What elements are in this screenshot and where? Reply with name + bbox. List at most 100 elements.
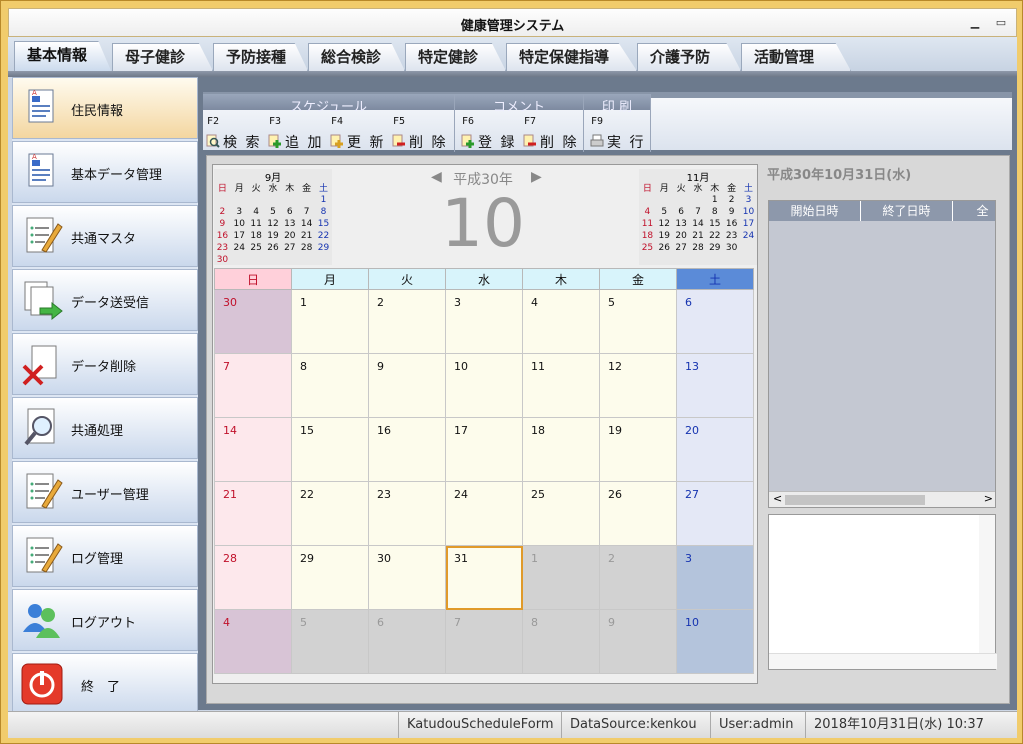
- toolbar-button-f7[interactable]: F7 削 除: [522, 116, 584, 152]
- mini-day[interactable]: 26: [265, 242, 282, 254]
- mini-day[interactable]: 29: [706, 242, 723, 254]
- mini-day[interactable]: 14: [690, 218, 707, 230]
- day-cell[interactable]: 8: [522, 609, 600, 674]
- day-cell[interactable]: 7: [214, 353, 292, 418]
- day-cell[interactable]: 25: [522, 481, 600, 546]
- toolbar-button-f9[interactable]: F9 実 行: [589, 116, 651, 152]
- mini-day[interactable]: 25: [248, 242, 265, 254]
- mini-day[interactable]: 3: [740, 194, 757, 206]
- mini-day[interactable]: 19: [656, 230, 673, 242]
- mini-day[interactable]: 29: [315, 242, 332, 254]
- day-cell[interactable]: 6: [368, 609, 446, 674]
- mini-day[interactable]: 7: [690, 206, 707, 218]
- day-cell[interactable]: 4: [522, 289, 600, 354]
- day-cell[interactable]: 9: [368, 353, 446, 418]
- day-cell[interactable]: 2: [368, 289, 446, 354]
- mini-day[interactable]: 9: [723, 206, 740, 218]
- mini-day[interactable]: [315, 254, 332, 266]
- scroll-left-icon[interactable]: <: [773, 492, 782, 505]
- scroll-thumb[interactable]: [785, 495, 925, 505]
- mini-day[interactable]: 27: [673, 242, 690, 254]
- day-cell-selected[interactable]: 31: [445, 545, 523, 610]
- day-cell[interactable]: 10: [676, 609, 754, 674]
- mini-day[interactable]: 15: [315, 218, 332, 230]
- mini-day[interactable]: 10: [740, 206, 757, 218]
- mini-day[interactable]: 22: [706, 230, 723, 242]
- memo-horizontal-scrollbar[interactable]: [769, 653, 997, 669]
- mini-day[interactable]: 30: [214, 254, 231, 266]
- day-cell[interactable]: 9: [599, 609, 677, 674]
- mini-day[interactable]: 19: [265, 230, 282, 242]
- mini-day[interactable]: 17: [231, 230, 248, 242]
- minimize-icon[interactable]: ▁: [968, 17, 982, 29]
- maximize-icon[interactable]: ▭: [994, 17, 1008, 29]
- day-cell[interactable]: 27: [676, 481, 754, 546]
- mini-day[interactable]: 23: [723, 230, 740, 242]
- sidebar-item-7[interactable]: ユーザー管理: [12, 461, 198, 523]
- schedule-list[interactable]: 開始日時 終了日時 全 < >: [768, 200, 996, 508]
- day-cell[interactable]: 21: [214, 481, 292, 546]
- mini-day[interactable]: 8: [315, 206, 332, 218]
- day-cell[interactable]: 4: [214, 609, 292, 674]
- sidebar-item-6[interactable]: 共通処理: [12, 397, 198, 459]
- day-cell[interactable]: 11: [522, 353, 600, 418]
- sidebar-item-3[interactable]: 共通マスタ: [12, 205, 198, 267]
- mini-day[interactable]: 3: [231, 206, 248, 218]
- mini-day[interactable]: 24: [740, 230, 757, 242]
- toolbar-button-f6[interactable]: F6 登 録: [460, 116, 522, 152]
- sidebar-item-5[interactable]: データ削除: [12, 333, 198, 395]
- mini-day[interactable]: 1: [706, 194, 723, 206]
- day-cell[interactable]: 22: [291, 481, 369, 546]
- day-cell[interactable]: 18: [522, 417, 600, 482]
- day-cell[interactable]: 29: [291, 545, 369, 610]
- day-cell[interactable]: 17: [445, 417, 523, 482]
- mini-day[interactable]: 21: [690, 230, 707, 242]
- col-end[interactable]: 終了日時: [861, 201, 953, 221]
- mini-day[interactable]: 26: [656, 242, 673, 254]
- col-more[interactable]: 全: [953, 201, 995, 221]
- tab-7[interactable]: 介護予防: [637, 43, 741, 71]
- mini-day[interactable]: 6: [281, 206, 298, 218]
- day-cell[interactable]: 5: [599, 289, 677, 354]
- mini-day[interactable]: [656, 194, 673, 206]
- mini-day[interactable]: [214, 194, 231, 206]
- day-cell[interactable]: 1: [522, 545, 600, 610]
- mini-day[interactable]: [639, 194, 656, 206]
- horizontal-scrollbar[interactable]: < >: [769, 491, 995, 507]
- mini-day[interactable]: 5: [265, 206, 282, 218]
- mini-day[interactable]: 25: [639, 242, 656, 254]
- day-cell[interactable]: 10: [445, 353, 523, 418]
- mini-day[interactable]: 13: [673, 218, 690, 230]
- sidebar-item-4[interactable]: データ送受信: [12, 269, 198, 331]
- toolbar-button-f2[interactable]: F2 検 索: [205, 116, 267, 152]
- tab-1[interactable]: 基本情報: [14, 41, 112, 73]
- day-cell[interactable]: 6: [676, 289, 754, 354]
- mini-day[interactable]: 4: [248, 206, 265, 218]
- mini-day[interactable]: 12: [656, 218, 673, 230]
- day-cell[interactable]: 30: [368, 545, 446, 610]
- mini-day[interactable]: 16: [723, 218, 740, 230]
- mini-calendar-prev[interactable]: 9月日月火水木金土 1 2 3 4 5 6 7 8 9 10 11 12 13 14 15 16 17 18 19 20…: [214, 169, 332, 265]
- day-cell[interactable]: 16: [368, 417, 446, 482]
- mini-day[interactable]: 28: [690, 242, 707, 254]
- day-cell[interactable]: 3: [445, 289, 523, 354]
- mini-day[interactable]: 4: [639, 206, 656, 218]
- tab-8[interactable]: 活動管理: [741, 43, 851, 71]
- mini-day[interactable]: [248, 254, 265, 266]
- day-cell[interactable]: 26: [599, 481, 677, 546]
- mini-day[interactable]: 20: [673, 230, 690, 242]
- mini-day[interactable]: [281, 254, 298, 266]
- sidebar-item-8[interactable]: ログ管理: [12, 525, 198, 587]
- day-cell[interactable]: 5: [291, 609, 369, 674]
- mini-day[interactable]: 2: [723, 194, 740, 206]
- day-cell[interactable]: 28: [214, 545, 292, 610]
- mini-day[interactable]: 8: [706, 206, 723, 218]
- day-cell[interactable]: 12: [599, 353, 677, 418]
- sidebar-item-10[interactable]: 終 了: [12, 653, 198, 715]
- day-cell[interactable]: 7: [445, 609, 523, 674]
- day-cell[interactable]: 19: [599, 417, 677, 482]
- mini-day[interactable]: 18: [639, 230, 656, 242]
- comment-box[interactable]: [768, 514, 997, 670]
- day-cell[interactable]: 8: [291, 353, 369, 418]
- col-start[interactable]: 開始日時: [769, 201, 861, 221]
